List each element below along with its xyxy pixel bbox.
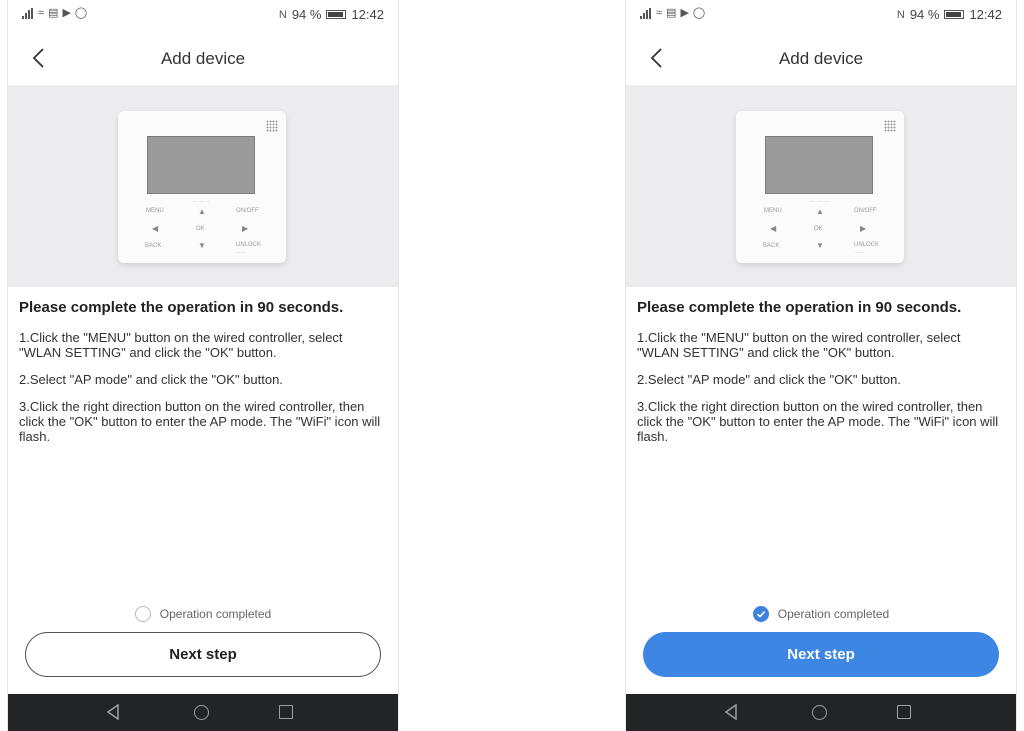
controller-sublabel: ———: [855, 250, 864, 254]
page-title: Add device: [160, 49, 246, 68]
left-arrow-icon: ◀: [152, 224, 159, 233]
instruction-step-3: 3.Click the right direction button on th…: [637, 399, 999, 444]
data-icon: ▤: [48, 7, 59, 19]
wired-controller-image: — — — MENU ▲ ON/OFF ◀ OK ▶ BACK ▼ UNLOCK…: [736, 111, 904, 263]
controller-label-menu: MENU: [764, 208, 782, 214]
right-arrow-icon: ▶: [860, 224, 867, 233]
instruction-step-2: 2.Select "AP mode" and click the "OK" bu…: [637, 372, 901, 387]
status-right: N 94 % 12:42: [897, 7, 1002, 22]
status-bar: ≈ ▤ ▶ ◯ N 94 % 12:42: [626, 0, 1016, 30]
controller-brand: — — —: [192, 198, 212, 203]
app-header: Add device: [8, 30, 398, 85]
controller-label-menu: MENU: [146, 208, 164, 214]
controller-display: [147, 136, 255, 194]
instruction-step-1: 1.Click the "MENU" button on the wired c…: [637, 330, 961, 360]
whatsapp-icon: ◯: [692, 7, 706, 19]
data-icon: ▤: [666, 7, 677, 19]
controller-display: [765, 136, 873, 194]
signal-icon: [22, 7, 34, 19]
instruction-step-3: 3.Click the right direction button on th…: [19, 399, 381, 444]
nav-recent-icon[interactable]: [897, 705, 911, 719]
right-arrow-icon: ▶: [242, 224, 249, 233]
up-arrow-icon: ▲: [198, 207, 206, 216]
nav-recent-icon[interactable]: [279, 705, 293, 719]
status-bar: ≈ ▤ ▶ ◯ N 94 % 12:42: [8, 0, 398, 30]
operation-completed-label: Operation completed: [777, 607, 890, 621]
radio-unchecked-icon[interactable]: [134, 606, 151, 622]
status-icons: ≈ ▤ ▶ ◯: [640, 7, 705, 19]
nav-home-icon[interactable]: [194, 705, 209, 720]
instruction-step-1: 1.Click the "MENU" button on the wired c…: [19, 330, 343, 360]
controller-label-back: BACK: [763, 243, 780, 249]
battery-icon: [944, 10, 965, 19]
whatsapp-icon: ◯: [74, 7, 88, 19]
nav-back-icon[interactable]: [723, 704, 739, 720]
signal-icon: [640, 7, 652, 19]
status-icons: ≈ ▤ ▶ ◯: [22, 7, 87, 19]
video-icon: ▶: [62, 7, 71, 19]
controller-sublabel: ———: [237, 250, 246, 254]
controller-label-onoff: ON/OFF: [854, 208, 877, 214]
battery-percent: 94 %: [291, 7, 322, 22]
operation-completed-toggle[interactable]: Operation completed: [8, 606, 398, 622]
controller-label-unlock: UNLOCK: [236, 242, 262, 248]
clock: 12:42: [969, 7, 1002, 22]
instructions-headline: Please complete the operation in 90 seco…: [19, 299, 344, 316]
phone-screen-after: ≈ ▤ ▶ ◯ N 94 % 12:42 Add device — — — ME…: [625, 0, 1017, 731]
battery-percent: 94 %: [909, 7, 940, 22]
controller-label-back: BACK: [145, 243, 162, 249]
video-icon: ▶: [680, 7, 689, 19]
checkmark-icon: [756, 611, 765, 618]
up-arrow-icon: ▲: [816, 207, 824, 216]
device-image-area: — — — MENU ▲ ON/OFF ◀ OK ▶ BACK ▼ UNLOCK…: [8, 85, 398, 287]
page-title: Add device: [778, 49, 864, 68]
controller-label-unlock: UNLOCK: [854, 242, 880, 248]
phone-screen-before: ≈ ▤ ▶ ◯ N 94 % 12:42 Add device — — — ME…: [7, 0, 399, 731]
down-arrow-icon: ▼: [198, 241, 206, 250]
speaker-grille-icon: [266, 120, 278, 132]
instruction-step-2: 2.Select "AP mode" and click the "OK" bu…: [19, 372, 283, 387]
clock: 12:42: [351, 7, 384, 22]
system-nav-bar: [8, 694, 398, 731]
next-step-button[interactable]: Next step: [643, 632, 999, 677]
nfc-icon: N: [896, 8, 905, 21]
down-arrow-icon: ▼: [816, 241, 824, 250]
controller-brand: — — —: [810, 198, 830, 203]
left-arrow-icon: ◀: [770, 224, 777, 233]
wifi-icon: ≈: [656, 7, 663, 19]
nav-back-icon[interactable]: [105, 704, 121, 720]
instructions: Please complete the operation in 90 seco…: [626, 287, 1016, 444]
battery-icon: [326, 10, 347, 19]
instructions: Please complete the operation in 90 seco…: [8, 287, 398, 444]
controller-label-ok: OK: [814, 226, 823, 232]
nav-home-icon[interactable]: [812, 705, 827, 720]
speaker-grille-icon: [884, 120, 896, 132]
wired-controller-image: — — — MENU ▲ ON/OFF ◀ OK ▶ BACK ▼ UNLOCK…: [118, 111, 286, 263]
checkmark-circle-icon[interactable]: [752, 606, 769, 622]
next-step-button[interactable]: Next step: [25, 632, 381, 677]
operation-completed-toggle[interactable]: Operation completed: [626, 606, 1016, 622]
controller-label-onoff: ON/OFF: [236, 208, 259, 214]
app-header: Add device: [626, 30, 1016, 85]
system-nav-bar: [626, 694, 1016, 731]
operation-completed-label: Operation completed: [159, 607, 272, 621]
status-right: N 94 % 12:42: [279, 7, 384, 22]
controller-label-ok: OK: [196, 226, 205, 232]
instructions-headline: Please complete the operation in 90 seco…: [637, 299, 962, 316]
wifi-icon: ≈: [38, 7, 45, 19]
device-image-area: — — — MENU ▲ ON/OFF ◀ OK ▶ BACK ▼ UNLOCK…: [626, 85, 1016, 287]
nfc-icon: N: [278, 8, 287, 21]
